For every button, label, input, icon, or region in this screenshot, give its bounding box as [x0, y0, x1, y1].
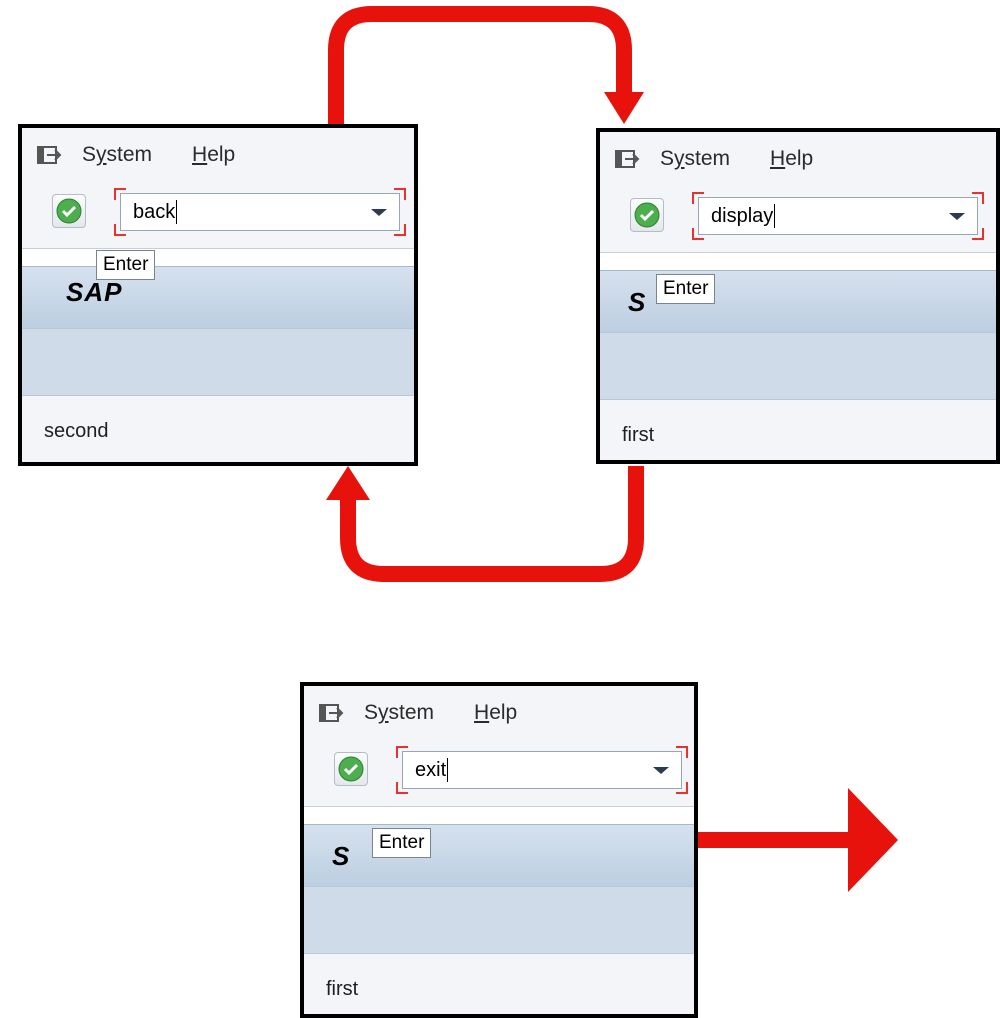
- command-field[interactable]: display: [698, 197, 978, 235]
- content-text: second: [44, 420, 109, 442]
- menu-help[interactable]: Help: [474, 701, 517, 725]
- menu-help[interactable]: Help: [770, 147, 813, 171]
- flow-arrow-icon: [604, 92, 644, 124]
- menu-bar: System Help: [304, 686, 694, 740]
- command-field[interactable]: exit: [402, 751, 682, 789]
- enter-tooltip: Enter: [372, 828, 432, 858]
- ok-check-icon: [634, 202, 660, 228]
- dropdown-arrow-icon[interactable]: [653, 767, 669, 774]
- command-text: display: [711, 204, 774, 227]
- enter-tooltip: Enter: [656, 274, 716, 304]
- menu-system[interactable]: System: [364, 701, 434, 725]
- sap-logo: S: [332, 841, 351, 871]
- command-text: exit: [415, 758, 447, 781]
- command-field-frame: back: [114, 188, 406, 236]
- command-field-frame: display: [692, 192, 984, 240]
- menu-system[interactable]: System: [660, 147, 730, 171]
- arrow-display-to-back: [340, 466, 644, 582]
- toolbar: exit: [304, 740, 694, 807]
- enter-button[interactable]: [334, 752, 368, 786]
- sap-logo: SAP: [66, 277, 123, 307]
- exit-menu-icon[interactable]: [318, 702, 344, 724]
- content-text: first: [326, 978, 359, 1000]
- text-caret: [774, 204, 776, 228]
- arrow-back-to-display: [328, 6, 632, 126]
- content-area: second: [22, 396, 414, 462]
- sap-window-display: System Help display S first Enter: [596, 128, 1000, 464]
- enter-tooltip: Enter: [96, 250, 156, 280]
- content-area: first: [304, 954, 694, 1014]
- toolbar: back: [22, 182, 414, 249]
- content-area: first: [600, 400, 996, 460]
- title-bar: SAP: [22, 266, 414, 329]
- enter-button[interactable]: [52, 194, 86, 228]
- ok-check-icon: [338, 756, 364, 782]
- menu-system[interactable]: System: [82, 143, 152, 167]
- ok-check-icon: [56, 198, 82, 224]
- application-toolbar: [600, 332, 996, 400]
- command-text: back: [133, 200, 176, 223]
- flow-arrow-icon: [848, 788, 898, 892]
- title-bar: S: [304, 824, 694, 887]
- menu-bar: System Help: [600, 132, 996, 186]
- command-field-frame: exit: [396, 746, 688, 794]
- flow-arrow-icon: [326, 466, 370, 500]
- exit-menu-icon[interactable]: [36, 144, 62, 166]
- application-toolbar: [22, 328, 414, 396]
- text-caret: [176, 200, 178, 224]
- toolbar: display: [600, 186, 996, 253]
- sap-logo: S: [628, 287, 647, 317]
- application-toolbar: [304, 886, 694, 954]
- exit-menu-icon[interactable]: [614, 148, 640, 170]
- content-text: first: [622, 424, 655, 446]
- enter-button[interactable]: [630, 198, 664, 232]
- text-caret: [447, 758, 449, 782]
- sap-window-back: System Help back SAP second Enter: [18, 124, 418, 466]
- dropdown-arrow-icon[interactable]: [949, 213, 965, 220]
- sap-window-exit: System Help exit S first Enter: [300, 682, 698, 1018]
- menu-bar: System Help: [22, 128, 414, 182]
- dropdown-arrow-icon[interactable]: [371, 209, 387, 216]
- command-field[interactable]: back: [120, 193, 400, 231]
- menu-help[interactable]: Help: [192, 143, 235, 167]
